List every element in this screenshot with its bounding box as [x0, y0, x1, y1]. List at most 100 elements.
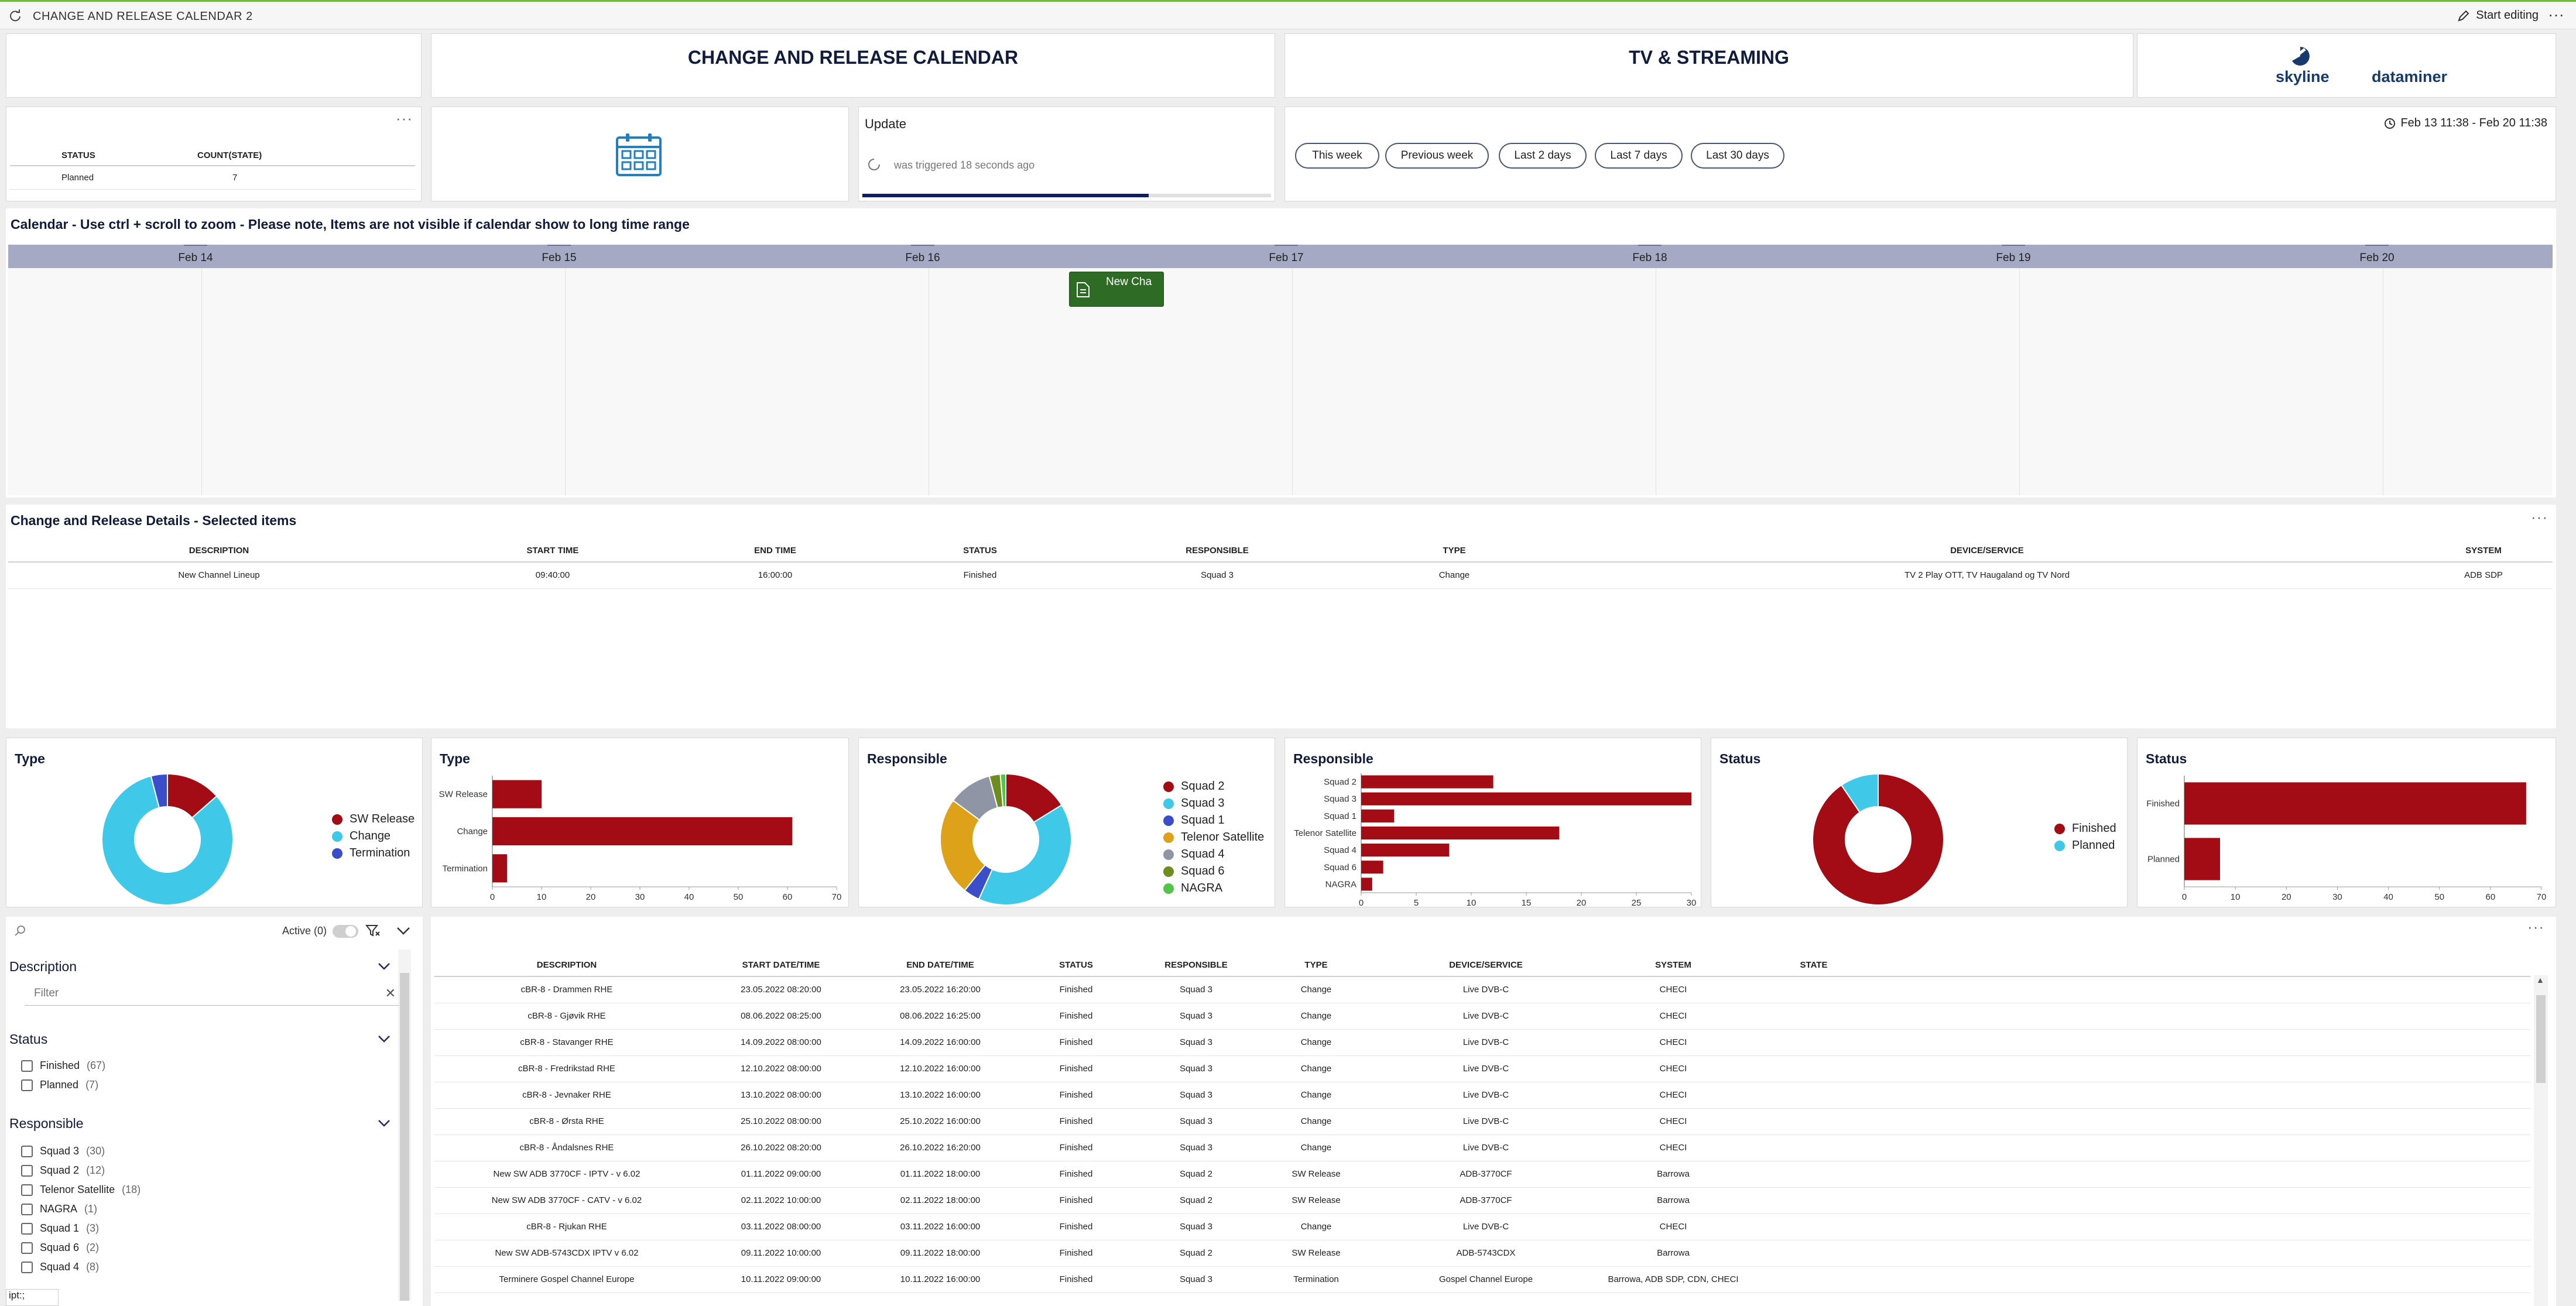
legend-item[interactable]: Squad 3: [1163, 795, 1264, 812]
bar[interactable]: [2184, 838, 2220, 880]
main-column-header[interactable]: SYSTEM: [1597, 954, 1749, 977]
bar[interactable]: [1361, 826, 1560, 840]
table-row[interactable]: cBR-8 - Fredrikstad RHE 12.10.2022 08:00:…: [434, 1055, 2530, 1082]
main-column-header[interactable]: DEVICE/SERVICE: [1375, 954, 1597, 977]
table-row[interactable]: Terminere Gospel Channel Europe 10.11.202…: [434, 1266, 2530, 1293]
last-2-days-button[interactable]: Last 2 days: [1499, 143, 1587, 169]
main-column-header[interactable]: START DATE/TIME: [699, 954, 863, 977]
bar[interactable]: [1361, 877, 1372, 891]
previous-week-button[interactable]: Previous week: [1385, 143, 1489, 169]
details-column-header[interactable]: START TIME: [430, 540, 676, 563]
details-column-header[interactable]: RESPONSIBLE: [1085, 540, 1349, 563]
date-range[interactable]: Feb 13 11:38 - Feb 20 11:38: [2384, 116, 2547, 130]
search-input[interactable]: [29, 921, 263, 939]
legend-item[interactable]: Telenor Satellite: [1163, 829, 1264, 846]
table-row[interactable]: New SW ADB 3770CF - IPTV - v 6.02 01.11.2…: [434, 1161, 2530, 1188]
filter-option[interactable]: Squad 6 (2): [21, 1238, 141, 1257]
description-filter-title[interactable]: Description: [9, 959, 77, 975]
checkbox[interactable]: [21, 1222, 33, 1235]
bar[interactable]: [1361, 844, 1450, 857]
checkbox[interactable]: [21, 1203, 33, 1215]
checkbox[interactable]: [21, 1164, 33, 1177]
legend-item[interactable]: SW Release: [332, 811, 415, 828]
legend-item[interactable]: Planned: [2054, 837, 2116, 854]
main-column-header[interactable]: STATE: [1749, 954, 1878, 977]
legend-item[interactable]: NAGRA: [1163, 880, 1264, 897]
filter-option[interactable]: Squad 1 (3): [21, 1219, 141, 1238]
chevron-down-icon[interactable]: [377, 1118, 391, 1129]
bar[interactable]: [492, 780, 542, 808]
bar[interactable]: [1361, 861, 1383, 874]
chevron-down-icon[interactable]: [377, 961, 391, 972]
details-column-header[interactable]: STATUS: [875, 540, 1085, 563]
details-more-icon[interactable]: ···: [2531, 508, 2548, 526]
table-row[interactable]: cBR-8 - Rjukan RHE 03.11.2022 08:00:00 03.…: [434, 1214, 2530, 1240]
table-row[interactable]: cBR-8 - Stavanger RHE 14.09.2022 08:00:00…: [434, 1029, 2530, 1056]
filter-option[interactable]: NAGRA (1): [21, 1199, 141, 1219]
checkbox[interactable]: [21, 1184, 33, 1196]
checkbox[interactable]: [21, 1242, 33, 1254]
table-row[interactable]: New SW ADB 3770CF - CATV - v 6.02 02.11.2…: [434, 1187, 2530, 1214]
legend-item[interactable]: Termination: [332, 845, 415, 862]
filter-option[interactable]: Telenor Satellite (18): [21, 1180, 141, 1199]
chevron-down-icon[interactable]: [396, 925, 411, 937]
main-column-header[interactable]: DESCRIPTION: [434, 954, 699, 977]
table-row[interactable]: cBR-8 - Gjøvik RHE 08.06.2022 08:25:00 08.…: [434, 1003, 2530, 1030]
search-icon[interactable]: [14, 925, 26, 937]
last-7-days-button[interactable]: Last 7 days: [1595, 143, 1683, 169]
bar[interactable]: [1361, 775, 1493, 789]
bar[interactable]: [1361, 792, 1691, 805]
main-table-more-icon[interactable]: ···: [2527, 918, 2544, 936]
active-toggle[interactable]: [333, 925, 358, 938]
filter-option[interactable]: Planned (7): [21, 1075, 105, 1095]
chevron-down-icon[interactable]: [377, 1034, 391, 1044]
details-column-header[interactable]: TYPE: [1349, 540, 1560, 563]
legend-item[interactable]: Finished: [2054, 820, 2116, 837]
filter-option[interactable]: Finished (67): [21, 1056, 105, 1075]
main-column-header[interactable]: RESPONSIBLE: [1135, 954, 1258, 977]
main-column-header[interactable]: END DATE/TIME: [863, 954, 1018, 977]
bar[interactable]: [1361, 809, 1395, 822]
checkbox[interactable]: [21, 1079, 33, 1091]
status-count-more-icon[interactable]: ···: [396, 109, 413, 128]
table-row[interactable]: cBR-8 - Ørsta RHE 25.10.2022 08:00:00 25.1…: [434, 1108, 2530, 1135]
bar[interactable]: [492, 854, 508, 883]
table-row[interactable]: cBR-8 - Jevnaker RHE 13.10.2022 08:00:00 1…: [434, 1082, 2530, 1109]
start-editing-button[interactable]: Start editing: [2457, 9, 2539, 22]
calendar-icon[interactable]: [615, 132, 662, 177]
table-row[interactable]: cBR-8 - Åndalsnes RHE 26.10.2022 08:20:00…: [434, 1134, 2530, 1161]
legend-item[interactable]: Squad 1: [1163, 812, 1264, 829]
legend-item[interactable]: Squad 2: [1163, 778, 1264, 795]
bar[interactable]: [2184, 782, 2526, 825]
filter-option[interactable]: Squad 3 (30): [21, 1142, 141, 1161]
calendar-event[interactable]: New Cha: [1069, 272, 1164, 307]
checkbox[interactable]: [21, 1060, 33, 1072]
table-row[interactable]: cBR-8 - Drammen RHE 23.05.2022 08:20:00 23…: [434, 976, 2530, 1003]
bar[interactable]: [492, 817, 793, 846]
reload-icon[interactable]: [8, 9, 22, 23]
checkbox[interactable]: [21, 1261, 33, 1273]
status-filter-title[interactable]: Status: [9, 1031, 47, 1047]
filter-option[interactable]: Squad 4 (8): [21, 1257, 141, 1277]
main-table-scrollbar[interactable]: ▲: [2534, 975, 2548, 1306]
legend-item[interactable]: Change: [332, 828, 415, 845]
filter-scrollbar[interactable]: [398, 949, 411, 1301]
last-30-days-button[interactable]: Last 30 days: [1691, 143, 1784, 169]
checkbox[interactable]: [21, 1145, 33, 1157]
details-column-header[interactable]: SYSTEM: [2414, 540, 2553, 563]
table-row[interactable]: New SW ADB-5743CDX IPTV v 6.02 09.11.2022…: [434, 1240, 2530, 1267]
more-options-icon[interactable]: ···: [2548, 5, 2564, 24]
filter-settings-icon[interactable]: [365, 924, 381, 938]
legend-item[interactable]: Squad 4: [1163, 846, 1264, 863]
description-filter-input[interactable]: [25, 982, 364, 1005]
table-row[interactable]: New Channel Lineup 09:40:00 16:00:00 Finish…: [8, 562, 2553, 589]
responsible-filter-title[interactable]: Responsible: [9, 1116, 84, 1132]
description-filter-field[interactable]: ✕: [25, 982, 399, 1006]
main-column-header[interactable]: TYPE: [1258, 954, 1375, 977]
table-row[interactable]: Planned 7: [10, 166, 415, 190]
details-column-header[interactable]: DESCRIPTION: [8, 540, 430, 563]
details-column-header[interactable]: END TIME: [676, 540, 875, 563]
details-column-header[interactable]: DEVICE/SERVICE: [1560, 540, 2414, 563]
filter-option[interactable]: Squad 2 (12): [21, 1161, 141, 1180]
legend-item[interactable]: Squad 6: [1163, 863, 1264, 880]
